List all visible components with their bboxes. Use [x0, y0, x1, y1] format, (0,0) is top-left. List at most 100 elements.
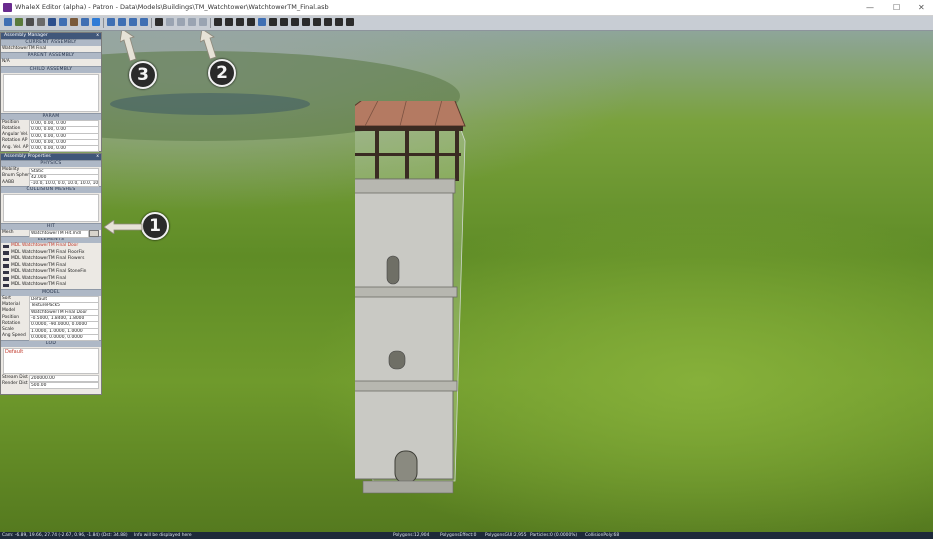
help-icon[interactable]: [346, 18, 354, 26]
child-assembly-header: CHILD ASSEMBLY: [1, 65, 101, 73]
vr-icon[interactable]: [313, 18, 321, 26]
app-logo-icon: [3, 3, 12, 12]
child-assembly-list[interactable]: [3, 73, 99, 112]
current-assembly-row[interactable]: WatchtowerTM Final: [1, 46, 101, 52]
tool-icon[interactable]: [4, 18, 12, 26]
parent-assembly-value: N/A: [2, 59, 10, 65]
element-label: MDL WatchtowerTM Final Door: [11, 243, 79, 249]
terrain-icon[interactable]: [15, 18, 23, 26]
callout-badge-3: 3: [129, 61, 157, 89]
element-label: MDL WatchtowerTM Final StoneFin: [11, 269, 87, 275]
brush-icon[interactable]: [26, 18, 34, 26]
eye-icon[interactable]: [324, 18, 332, 26]
elements-list: MDL WatchtowerTM Final Door MDL Watchtowe…: [1, 243, 101, 289]
title-bar: WhaleX Editor (alpha) - Patron - Data\Mo…: [0, 0, 933, 16]
model-rows: Sort Default Material TexturePack5 Model Watc…: [1, 296, 101, 342]
close-button[interactable]: ✕: [918, 3, 925, 12]
render-dist-row: Render Dist 500.00: [1, 381, 101, 389]
grid-icon[interactable]: [302, 18, 310, 26]
param-rows: Position 0.00, 0.00, 0.00 Rotation 0.00, 0.…: [1, 120, 101, 153]
record-icon[interactable]: [236, 18, 244, 26]
parent-assembly-header: PARENT ASSEMBLY: [1, 52, 101, 60]
physics-row: AABB -10.0, 10.0, 0.0, 10.0, 10.0, 10: [1, 179, 101, 188]
close-panel-icon[interactable]: x: [96, 33, 99, 39]
lod-default-item[interactable]: Default: [5, 349, 23, 355]
assembly-manager-panel: Assembly Manager x CURRENT ASSEMBLY Watc…: [0, 32, 102, 153]
info-text: Info will be displayed here: [134, 533, 192, 538]
parent-assembly-row[interactable]: N/A: [1, 59, 101, 65]
lod-list[interactable]: Default: [3, 347, 99, 374]
physics-label: AABB: [2, 179, 15, 185]
main-toolbar: [0, 16, 933, 31]
assembly-manager-header: Assembly Manager x: [1, 33, 101, 39]
watchtower-model[interactable]: [355, 101, 475, 521]
element-label: MDL WatchtowerTM Final: [11, 282, 67, 288]
callout-arrow-2: [200, 31, 217, 60]
reload-icon[interactable]: [291, 18, 299, 26]
figure-icon[interactable]: [48, 18, 56, 26]
collision-meshes-list[interactable]: [3, 193, 99, 222]
assembly-properties-header: Assembly Properties x: [1, 154, 101, 160]
move-y-icon[interactable]: [118, 18, 126, 26]
element-visibility-icon[interactable]: [3, 270, 9, 275]
camera-readout: Cam: -6.89, 19.66, 27.74 (-2.67, 0.96, -…: [2, 533, 128, 538]
viewport-3d[interactable]: 1 2 3: [0, 31, 933, 532]
hand-icon[interactable]: [70, 18, 78, 26]
sphere-icon[interactable]: [37, 18, 45, 26]
physics-field[interactable]: -10.0, 10.0, 0.0, 10.0, 10.0, 10: [29, 180, 99, 188]
element-visibility-icon[interactable]: [3, 264, 9, 268]
pen-icon[interactable]: [247, 18, 255, 26]
element-visibility-icon[interactable]: [3, 244, 9, 249]
toolbar-separator: [151, 18, 152, 28]
render-dist-label: Render Dist: [2, 381, 28, 387]
transform-icon[interactable]: [81, 18, 89, 26]
link-icon[interactable]: [188, 18, 196, 26]
save-icon[interactable]: [155, 18, 163, 26]
assembly-properties-title: Assembly Properties: [4, 154, 51, 159]
element-visibility-icon[interactable]: [3, 251, 9, 255]
rect-select-icon[interactable]: [269, 18, 277, 26]
move-x-icon[interactable]: [107, 18, 115, 26]
toolbar-separator: [210, 18, 211, 28]
status-bar: Cam: -6.89, 19.66, 27.74 (-2.67, 0.96, -…: [0, 532, 933, 539]
window-title: WhaleX Editor (alpha) - Patron - Data\Mo…: [15, 3, 329, 11]
chain-icon[interactable]: [199, 18, 207, 26]
close-panel-icon[interactable]: x: [96, 154, 99, 160]
hit-mesh-label: Mesh: [2, 229, 14, 235]
flip-icon[interactable]: [59, 18, 67, 26]
glasses-icon[interactable]: [335, 18, 343, 26]
circle-icon[interactable]: [166, 18, 174, 26]
assembly-manager-title: Assembly Manager: [4, 33, 48, 38]
current-assembly-value: WatchtowerTM Final: [2, 46, 47, 51]
current-assembly-header: CURRENT ASSEMBLY: [1, 39, 101, 46]
ruler-icon[interactable]: [258, 18, 266, 26]
play-icon[interactable]: [225, 18, 233, 26]
physics-rows: Mobility Static Bnum Sphere 42.000 AABB -10.0…: [1, 167, 101, 188]
polygons-effect-count: PolygonsEffect:0: [440, 533, 477, 538]
polygons-gui-count: PolygonsGUI:2,955: [485, 533, 527, 538]
polygons-count: Polygons:12,904: [393, 533, 430, 538]
move-z-icon[interactable]: [129, 18, 137, 26]
minimize-button[interactable]: —: [866, 3, 874, 12]
element-visibility-icon[interactable]: [3, 277, 9, 281]
hit-mesh-browse-button[interactable]: [89, 230, 99, 238]
hit-mesh-field[interactable]: WatchtowerTM Hit.mdl: [29, 230, 89, 238]
move-all-icon[interactable]: [140, 18, 148, 26]
render-dist-field[interactable]: 500.00: [29, 381, 99, 389]
rotate-icon[interactable]: [92, 18, 100, 26]
element-visibility-icon[interactable]: [3, 257, 9, 262]
gear-icon[interactable]: [280, 18, 288, 26]
maximize-button[interactable]: ☐: [893, 3, 900, 12]
hit-mesh-row: Mesh WatchtowerTM Hit.mdl: [1, 229, 101, 238]
model-field[interactable]: 0.0000, 0.0000, 0.0000: [29, 333, 99, 342]
element-visibility-icon[interactable]: [3, 283, 9, 288]
param-field[interactable]: 0.00, 0.00, 0.00: [29, 145, 99, 153]
wrench-icon[interactable]: [214, 18, 222, 26]
param-row: Ang. Vel. AP 0.00, 0.00, 0.00: [1, 145, 101, 153]
collision-poly-count: CollisionPoly:68: [585, 533, 620, 538]
element-list-item[interactable]: MDL WatchtowerTM Final: [1, 282, 101, 289]
lasso-icon[interactable]: [177, 18, 185, 26]
toolbar-separator: [103, 18, 104, 28]
callout-badge-2: 2: [208, 59, 236, 87]
element-label: MDL WatchtowerTM Final FloorFix: [11, 249, 85, 255]
